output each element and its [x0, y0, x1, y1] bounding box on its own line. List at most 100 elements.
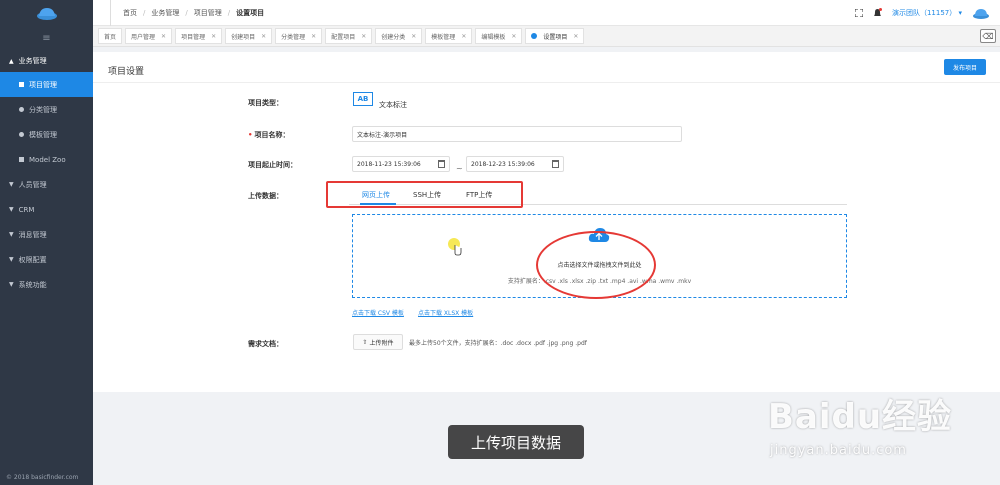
tab-home[interactable]: 首页: [98, 28, 123, 44]
sidebar-group-messages[interactable]: ▼ 消息管理: [0, 222, 93, 247]
tab-label: 创建项目: [231, 33, 256, 41]
sidebar-group-system[interactable]: ▼ 系统功能: [0, 272, 93, 297]
sidebar-group-personnel[interactable]: ▼ 人员管理: [0, 172, 93, 197]
upload-attachment-button[interactable]: ⇧ 上传附件: [353, 334, 403, 350]
sidebar-group-label: 人员管理: [18, 180, 47, 189]
calendar-icon: [552, 160, 559, 168]
category-icon: [19, 107, 24, 112]
sidebar-group-label: CRM: [18, 205, 35, 214]
top-header: 首页 / 业务管理 / 项目管理 / 设置项目 演示团队（11157） ▾: [93, 0, 1000, 26]
tab-label: 分类管理: [281, 33, 306, 41]
sidebar-group-label: 业务管理: [18, 57, 47, 65]
sidebar-group-permissions[interactable]: ▼ 权限配置: [0, 247, 93, 272]
sidebar-item-category[interactable]: 分类管理: [0, 97, 93, 122]
close-icon[interactable]: ✕: [261, 33, 266, 40]
tab-label: 项目管理: [181, 33, 206, 41]
breadcrumb-project[interactable]: 项目管理: [194, 8, 222, 18]
close-icon[interactable]: ✕: [211, 33, 216, 40]
close-icon[interactable]: ✕: [161, 33, 166, 40]
tab-edit-template[interactable]: 编辑模板 ✕: [475, 28, 523, 44]
tab-templates[interactable]: 模板管理 ✕: [425, 28, 473, 44]
end-time-value: 2018-12-23 15:39:06: [471, 160, 535, 168]
breadcrumb-separator: /: [143, 8, 146, 17]
sidebar-item-label: 模板管理: [29, 130, 57, 139]
sidebar-collapse-icon[interactable]: [99, 0, 111, 26]
download-csv-template-link[interactable]: 点击下载 CSV 模板: [352, 308, 404, 317]
close-all-tabs-icon[interactable]: ⌫: [980, 29, 996, 43]
project-settings-panel: 项目设置 发布项目 项目类型： AB 文本标注 • 项目名称： 文本标注-演示项目…: [93, 52, 1000, 392]
sidebar-item-project[interactable]: 项目管理: [0, 72, 93, 97]
sidebar-group-business[interactable]: ▲ 业务管理: [0, 50, 93, 72]
logo[interactable]: [0, 0, 93, 26]
user-avatar-icon[interactable]: [972, 8, 990, 19]
sidebar-item-label: Model Zoo: [29, 155, 66, 164]
tab-label: 用户管理: [131, 33, 156, 41]
sidebar-group-crm[interactable]: ▼ CRM: [0, 197, 93, 222]
tab-config-project[interactable]: 配置项目 ✕: [325, 28, 373, 44]
team-selector[interactable]: 演示团队（11157） ▾: [892, 8, 962, 18]
breadcrumb: 首页 / 业务管理 / 项目管理 / 设置项目: [123, 8, 264, 18]
tab-create-category[interactable]: 创建分类 ✕: [375, 28, 423, 44]
close-icon[interactable]: ✕: [411, 33, 416, 40]
sidebar-item-model-zoo[interactable]: Model Zoo: [0, 147, 93, 172]
attachment-hint: 最多上传50个文件，支持扩展名：.doc .docx .pdf .jpg .pn…: [409, 340, 587, 347]
sidebar-group-label: 系统功能: [18, 280, 47, 289]
divider: [93, 82, 1000, 83]
close-icon[interactable]: ✕: [361, 33, 366, 40]
cursor-highlight-icon: [448, 238, 462, 256]
close-icon[interactable]: ✕: [573, 33, 578, 40]
menu-toggle-icon[interactable]: ≡: [0, 26, 93, 50]
baidu-watermark: Baidu经验 jingyan.baidu.com: [768, 377, 993, 467]
breadcrumb-current: 设置项目: [236, 8, 265, 17]
sidebar-item-label: 项目管理: [29, 80, 57, 89]
range-separator: ~: [456, 164, 463, 173]
requirement-doc-label: 需求文档：: [248, 340, 283, 348]
tab-users[interactable]: 用户管理 ✕: [125, 28, 173, 44]
project-name-label: • 项目名称：: [248, 130, 289, 140]
cloud-logo-icon: [36, 8, 57, 20]
tab-label: 创建分类: [381, 33, 406, 41]
tab-label: 设置项目: [543, 33, 568, 41]
upload-icon: ⇧: [362, 338, 368, 346]
template-icon: [19, 132, 24, 137]
tab-categories[interactable]: 分类管理 ✕: [275, 28, 323, 44]
publish-project-button[interactable]: 发布项目: [944, 59, 986, 75]
tab-create-project[interactable]: 创建项目 ✕: [225, 28, 273, 44]
upload-attachment-label: 上传附件: [369, 339, 394, 347]
start-time-value: 2018-11-23 15:39:06: [357, 160, 421, 168]
caret-up-icon: ▲: [9, 57, 14, 65]
download-xlsx-template-link[interactable]: 点击下载 XLSX 模板: [418, 308, 473, 317]
breadcrumb-separator: /: [227, 8, 231, 17]
project-type-value: 文本标注: [379, 101, 407, 109]
team-name: 演示团队（11157）: [891, 9, 957, 17]
tab-label: 编辑模板: [481, 33, 506, 41]
start-time-input[interactable]: 2018-11-23 15:39:06: [352, 156, 450, 172]
tab-label: 首页: [104, 33, 117, 41]
close-icon[interactable]: ✕: [511, 33, 516, 40]
upload-data-label: 上传数据：: [248, 192, 283, 200]
sidebar-item-template[interactable]: 模板管理: [0, 122, 93, 147]
header-actions: 演示团队（11157） ▾: [854, 0, 990, 26]
bell-icon[interactable]: [873, 8, 882, 18]
sidebar: ≡ ▲ 业务管理 项目管理 分类管理 模板管理 Model Zoo ▼ 人员管理…: [0, 0, 93, 485]
video-caption: 上传项目数据: [448, 425, 584, 459]
close-icon[interactable]: ✕: [311, 33, 316, 40]
page-title: 项目设置: [108, 67, 145, 77]
fullscreen-icon[interactable]: [854, 9, 863, 17]
tab-label: 配置项目: [331, 33, 356, 41]
copyright: © 2018 basicfinder.com: [6, 474, 79, 481]
end-time-input[interactable]: 2018-12-23 15:39:06: [466, 156, 564, 172]
tab-projects[interactable]: 项目管理 ✕: [175, 28, 223, 44]
watermark-main: Baidu经验: [768, 397, 953, 437]
caret-down-icon: ▼: [9, 181, 14, 188]
project-name-input[interactable]: 文本标注-演示项目: [352, 126, 682, 142]
close-icon[interactable]: ✕: [461, 33, 466, 40]
caret-down-icon: ▼: [9, 281, 14, 288]
sidebar-item-label: 分类管理: [29, 105, 57, 114]
breadcrumb-business[interactable]: 业务管理: [151, 8, 179, 18]
tab-set-project[interactable]: 设置项目 ✕: [525, 28, 585, 44]
breadcrumb-home[interactable]: 首页: [123, 8, 137, 18]
sidebar-group-label: 消息管理: [18, 230, 47, 239]
active-dot-icon: [531, 33, 538, 39]
required-mark: •: [248, 131, 253, 139]
